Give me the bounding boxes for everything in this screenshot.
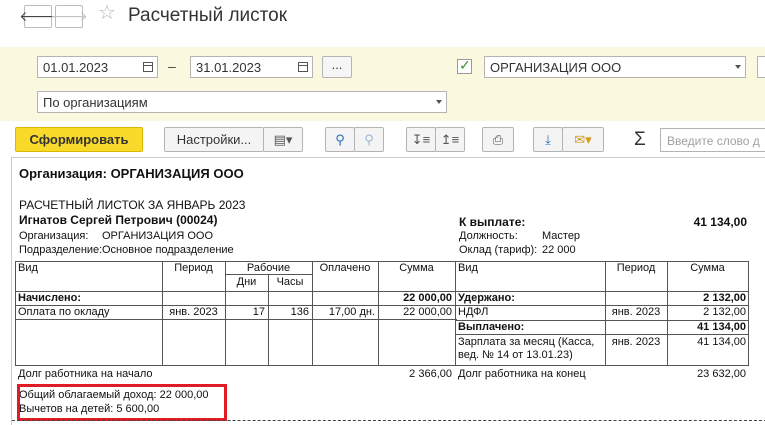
search-icon: ⚲ [335, 131, 345, 147]
print-button[interactable]: ⎙ [482, 127, 514, 152]
col-header-sum: Сумма [399, 262, 434, 274]
col-header-paid: Оплачено [319, 262, 371, 274]
envelope-icon: ✉▾ [574, 131, 592, 147]
organization-value: ОРГАНИЗАЦИЯ ООО [490, 60, 622, 75]
position-label: Должность: [459, 230, 518, 242]
organization-heading: Организация: ОРГАНИЗАЦИЯ ООО [19, 166, 244, 181]
chevron-down-icon [735, 65, 741, 69]
download-icon: ⤓ [545, 131, 551, 147]
table-row-kind: Оплата по окладу [18, 306, 110, 318]
employee-name: Игнатов Сергей Петрович (00024) [19, 213, 218, 227]
paid-out-label: Выплачено: [458, 321, 525, 333]
send-email-button[interactable]: ✉▾ [562, 127, 604, 152]
page-title: Расчетный листок [128, 5, 288, 26]
department-label: Подразделение: [19, 244, 103, 256]
calendar-icon[interactable] [298, 62, 308, 72]
search-input[interactable]: Введите слово д [660, 128, 765, 152]
accrued-total: 22 000,00 [403, 292, 452, 304]
highlight-annotation-box [17, 384, 227, 421]
sort-descending-button[interactable]: ↥≡ [435, 127, 465, 152]
col-header-kind-right: Вид [458, 262, 478, 274]
sum-icon[interactable]: Σ [634, 129, 646, 151]
report-spreadsheet[interactable]: Организация: ОРГАНИЗАЦИЯ ООО РАСЧЕТНЫЙ Л… [11, 157, 765, 425]
debt-start-label: Долг работника на начало [18, 368, 153, 380]
table-row-period: янв. 2023 [169, 306, 218, 318]
col-header-hours: Часы [276, 276, 304, 288]
date-from-value: 01.01.2023 [43, 60, 109, 75]
ndfl-row-kind: НДФЛ [458, 306, 489, 318]
payout-value: 41 134,00 [693, 215, 747, 229]
payout-label: К выплате: [459, 215, 526, 229]
generate-button[interactable]: Сформировать [15, 127, 143, 152]
report-variants-icon: ▤▾ [273, 131, 293, 147]
paid-out-total: 41 134,00 [697, 321, 746, 333]
table-row-paid: 17,00 дн. [328, 306, 375, 318]
col-header-days: Дни [236, 276, 257, 288]
printer-icon: ⎙ [492, 131, 504, 147]
grouping-select[interactable]: По организациям [37, 91, 447, 113]
org-value: ОРГАНИЗАЦИЯ ООО [102, 230, 213, 242]
debt-end-value: 23 632,00 [697, 368, 746, 380]
table-row-hours: 136 [290, 306, 309, 318]
col-header-sum-right: Сумма [690, 262, 725, 274]
grouping-value: По организациям [43, 95, 148, 110]
favorite-star-icon[interactable]: ☆ [98, 3, 116, 23]
select-period-button[interactable]: ... [322, 56, 352, 78]
arrow-right-icon: 🡒 [50, 8, 88, 24]
back-button[interactable]: 🡐 [19, 5, 57, 28]
debt-start-value: 2 366,00 [409, 368, 452, 380]
accrued-label: Начислено: [18, 292, 82, 304]
table-row-sum: 22 000,00 [403, 306, 452, 318]
organization-checkbox[interactable] [457, 57, 472, 74]
payment-row-sum: 41 134,00 [697, 336, 746, 348]
settings-button[interactable]: Настройки... [164, 127, 264, 152]
find-button[interactable]: ⚲ [325, 127, 355, 152]
withheld-label: Удержано: [458, 292, 515, 304]
col-header-period: Период [174, 262, 213, 274]
variants-button[interactable]: ▤▾ [263, 127, 303, 152]
sort-ascending-button[interactable]: ↧≡ [406, 127, 436, 152]
org-label: Организация: [19, 230, 89, 242]
position-value: Мастер [542, 230, 581, 242]
payment-row-kind-line2: вед. № 14 от 13.01.23) [458, 349, 573, 361]
sheet-title: РАСЧЕТНЫЙ ЛИСТОК ЗА ЯНВАРЬ 2023 [19, 198, 246, 212]
organization-open-button[interactable] [757, 56, 765, 78]
salary-value: 22 000 [542, 244, 576, 256]
col-header-work: Рабочие [246, 262, 291, 274]
date-separator: – [168, 58, 176, 74]
ndfl-row-period: янв. 2023 [611, 306, 661, 318]
debt-end-label: Долг работника на конец [458, 368, 586, 380]
ndfl-row-sum: 2 132,00 [703, 306, 746, 318]
payment-row-kind-line1: Зарплата за месяц (Касса, [458, 336, 595, 348]
salary-label: Оклад (тариф): [459, 244, 538, 256]
col-header-kind: Вид [18, 262, 38, 274]
date-from-field[interactable]: 01.01.2023 [37, 56, 158, 78]
organization-select[interactable]: ОРГАНИЗАЦИЯ ООО [484, 56, 746, 78]
department-value: Основное подразделение [102, 244, 234, 256]
save-button[interactable]: ⤓ [533, 127, 563, 152]
payment-row-period: янв. 2023 [611, 336, 661, 348]
chevron-down-icon [436, 100, 442, 104]
sort-ascending-icon: ↧≡ [411, 131, 431, 147]
search-next-icon: ⚲ [364, 131, 374, 147]
sort-descending-icon: ↥≡ [440, 131, 460, 147]
find-next-button[interactable]: ⚲ [354, 127, 384, 152]
withheld-total: 2 132,00 [703, 292, 746, 304]
col-header-period-right: Период [616, 262, 656, 274]
forward-button[interactable]: 🡒 [50, 5, 88, 28]
page-break-divider [12, 420, 765, 421]
calendar-icon[interactable] [143, 62, 153, 72]
table-row-days: 17 [252, 306, 265, 318]
date-to-field[interactable]: 31.01.2023 [190, 56, 313, 78]
date-to-value: 31.01.2023 [196, 60, 262, 75]
